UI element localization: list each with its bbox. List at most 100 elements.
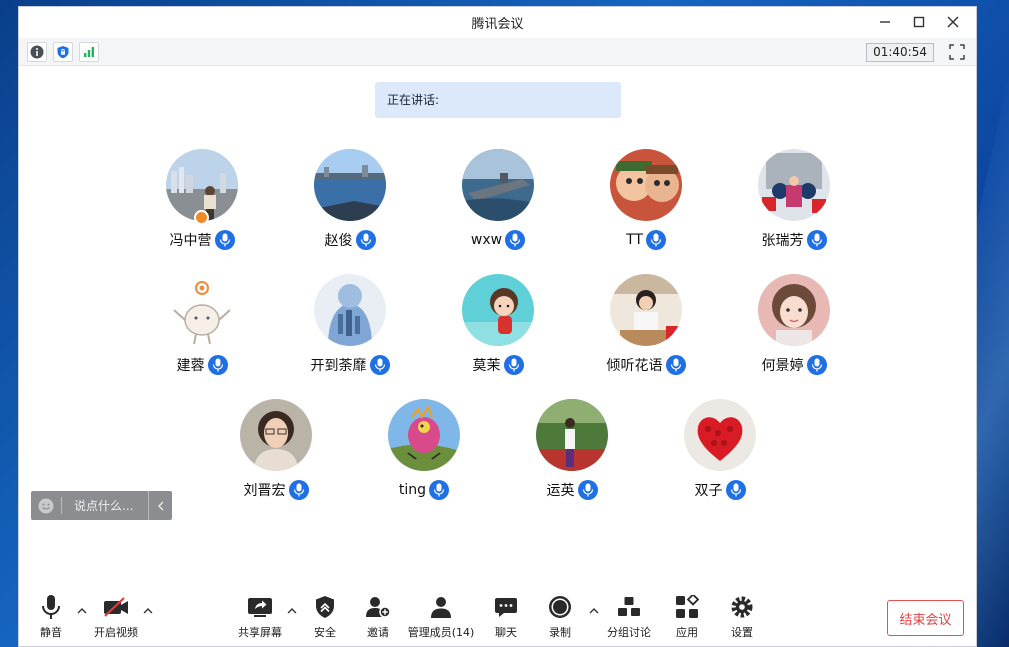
security-label: 安全 [314,626,336,639]
maximize-button[interactable] [902,7,936,37]
title-bar: 腾讯会议 [19,7,976,37]
mic-status-icon [429,480,450,500]
participant-tile[interactable]: 何景婷 [724,274,864,384]
minimize-button[interactable] [868,7,902,37]
participant-tile[interactable]: wxw [428,149,568,259]
network-status-button[interactable] [79,42,99,62]
end-meeting-button[interactable]: 结束会议 [887,600,964,636]
security-shield-icon [316,596,334,618]
emoji-icon [38,498,54,513]
participant-name: 何景婷 [761,358,804,374]
doodle-character-icon [166,274,238,346]
participant-tile[interactable]: TT [576,149,716,259]
fullscreen-icon [949,44,965,60]
drawing-colorful-icon [388,399,460,471]
mic-icon [219,233,230,247]
members-icon [431,597,451,618]
mic-icon [433,483,445,497]
participant-name: 开到荼靡 [310,358,367,374]
participant-tile[interactable]: 开到荼靡 [280,274,420,384]
video-label: 开启视频 [94,626,138,639]
security-button[interactable]: 安全 [310,593,340,643]
participant-name: 刘晋宏 [243,483,286,499]
close-button[interactable] [936,7,970,37]
meeting-window: 腾讯会议 01:40:54 正在讲话: 冯中营 赵俊 wxw TT 张瑞芳 建蓉… [18,6,977,647]
share-screen-button[interactable]: 共享屏幕 [235,593,285,643]
manage-members-label: 管理成员(14) [407,626,475,639]
emoji-button[interactable] [31,491,61,520]
participant-label: ting [354,479,494,501]
mic-status-icon [369,355,390,375]
chat-placeholder[interactable]: 说点什么... [62,497,148,514]
participant-tile[interactable]: 莫茉 [428,274,568,384]
audio-options-caret[interactable] [77,607,89,617]
participant-tile[interactable]: ting [354,399,494,509]
breakout-rooms-button[interactable]: 分组讨论 [605,593,653,643]
participant-tile[interactable]: 刘晋宏 [206,399,346,509]
participant-tile[interactable]: 张瑞芳 [724,149,864,259]
participant-tile[interactable]: 运英 [502,399,642,509]
manage-members-button[interactable]: 管理成员(14) [408,593,474,643]
meeting-toolbar: 静音 开启视频 共享屏幕 安全 邀请 管理成员(14) 聊天 录制 分组讨论 应… [19,593,976,645]
participant-name: 张瑞芳 [761,233,804,249]
video-off-icon [104,597,128,617]
cartoon-girl-icon [462,274,534,346]
record-button[interactable]: 录制 [545,593,575,643]
participant-tile[interactable]: 冯中营 [132,149,272,259]
mic-icon [811,233,822,247]
mic-icon [670,358,681,372]
video-button[interactable]: 开启视频 [91,593,141,643]
chat-button[interactable]: 聊天 [492,593,520,643]
record-label: 录制 [549,626,571,639]
participant-label: 莫茉 [428,354,568,376]
record-options-caret[interactable] [589,607,601,617]
chevron-up-icon [589,608,599,614]
participant-label: TT [576,229,716,251]
photo-festive-icon [758,149,830,221]
chevron-up-icon [287,608,297,614]
mic-status-icon [207,355,228,375]
mic-status-icon [725,480,746,500]
share-options-caret[interactable] [287,607,299,617]
invite-button[interactable]: 邀请 [363,593,393,643]
mic-status-icon [806,230,827,250]
participant-label: 赵俊 [280,229,420,251]
breakout-rooms-icon [618,597,640,616]
mic-status-icon [806,355,827,375]
chat-collapse-button[interactable] [148,491,172,520]
photo-aircraft-carrier-icon [462,149,534,221]
mic-icon [650,233,662,247]
close-icon [947,16,959,28]
participant-name: 运英 [546,483,575,499]
chat-quick-input[interactable]: 说点什么... [31,491,172,520]
participant-tile[interactable]: 建蓉 [132,274,272,384]
participant-label: 张瑞芳 [724,229,864,251]
settings-button[interactable]: 设置 [728,593,756,643]
participant-label: 刘晋宏 [206,479,346,501]
mic-icon [811,358,822,372]
participant-tile[interactable]: 赵俊 [280,149,420,259]
encryption-button[interactable] [53,42,73,62]
video-options-caret[interactable] [143,607,155,617]
photo-lake-city-icon [314,149,386,221]
meeting-info-button[interactable] [27,42,47,62]
chat-label: 聊天 [495,626,517,639]
mic-icon [509,233,521,247]
photo-outdoor-person-icon [536,399,608,471]
settings-label: 设置 [731,626,753,639]
mic-icon [374,358,385,372]
status-bar: 01:40:54 [19,38,976,66]
minimize-icon [880,21,890,23]
gear-icon [731,596,753,618]
apps-button[interactable]: 应用 [673,593,701,643]
invite-label: 邀请 [367,626,389,639]
red-heart-roses-icon [684,399,756,471]
participant-tile[interactable]: 倾听花语 [576,274,716,384]
participant-tile[interactable]: 双子 [650,399,790,509]
fullscreen-button[interactable] [948,43,966,61]
participant-name: 双子 [694,483,723,499]
mic-status-icon [288,480,309,500]
chevron-left-icon [157,501,163,510]
mute-button[interactable]: 静音 [37,593,65,643]
signal-icon [84,47,94,57]
